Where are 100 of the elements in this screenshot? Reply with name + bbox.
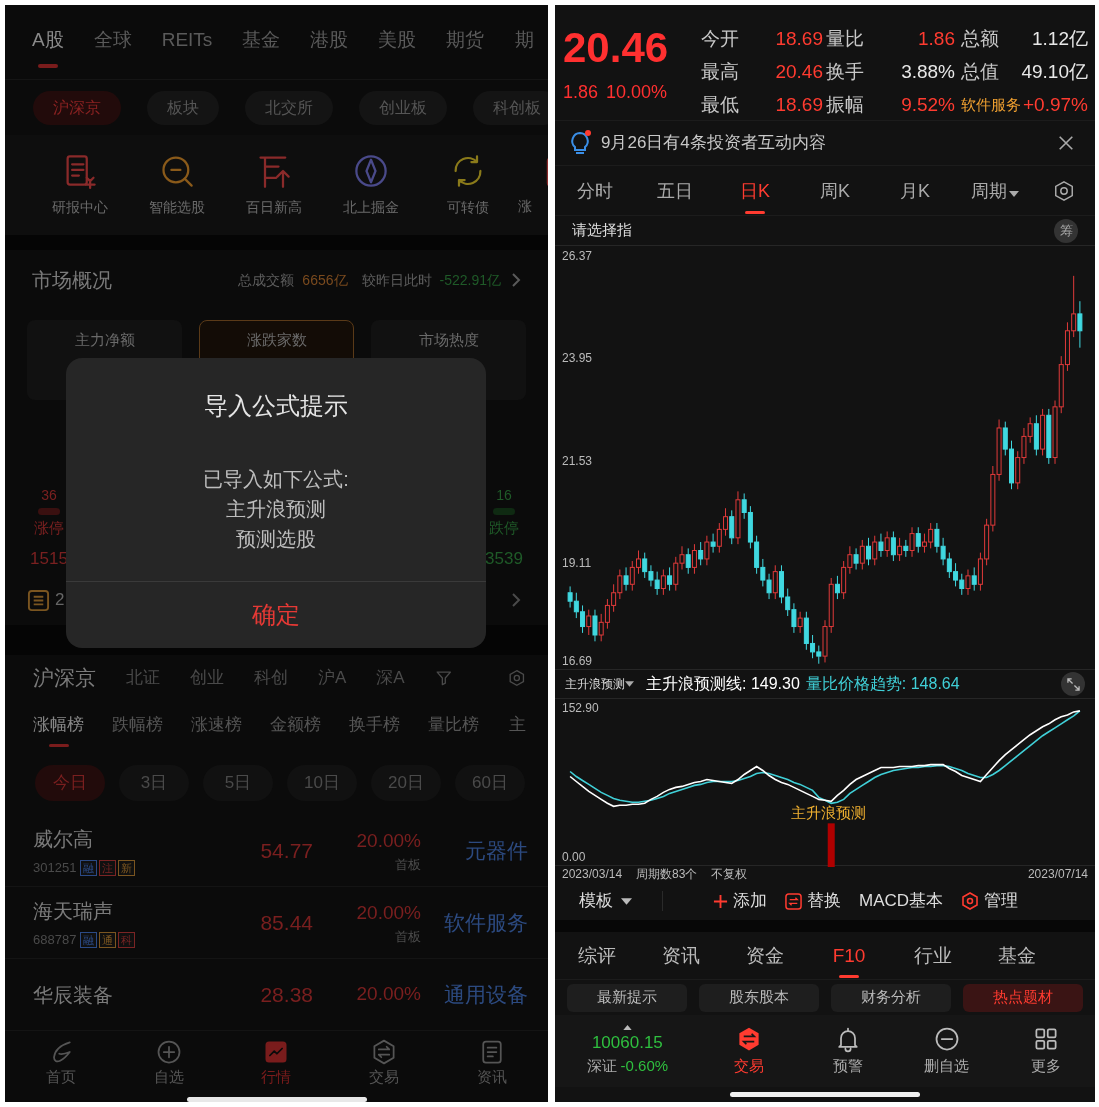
info-tab[interactable]: F10 [807,942,891,978]
indicator-prompt[interactable]: 请选择指 [572,219,632,242]
limit-total: 1515 [30,547,68,570]
index-name: 深证 [586,1056,617,1076]
axis-label: 21.53 [562,454,593,468]
action-button[interactable]: 更多 [996,1024,1095,1078]
stock-tag: 科 [118,931,136,948]
chart-tab[interactable]: 周K [795,178,875,214]
stock-tag: 融 [80,931,98,948]
candlestick [890,530,896,562]
candlestick [1077,300,1083,349]
stat-value: 1.86 [917,27,955,52]
period-chip[interactable]: 60日 [455,764,525,801]
stat-value: 20.46 [774,60,823,85]
stat-label: 最低 [700,93,740,118]
exchange-tab[interactable]: 深A [376,664,405,691]
nav-item[interactable]: 自选 [118,1038,219,1089]
toolbar-button[interactable]: MACD基本 [859,888,944,914]
market-tab[interactable]: 期货 [446,25,485,69]
rank-tab[interactable]: 量比榜 [428,712,479,747]
board-chip[interactable]: 创业板 [359,90,447,125]
board-chip[interactable]: 北交所 [245,90,333,125]
stock-sector[interactable]: 软件服务 [421,906,528,939]
shortcut-button[interactable]: 北上掘金 [322,152,419,218]
toolbar-button[interactable]: 添加 [713,888,767,914]
shortcut-button[interactable]: 研报中心 [31,152,128,218]
confirm-button[interactable]: 确定 [66,582,486,648]
f10-chip[interactable]: 最新提示 [567,983,687,1012]
toolbar-button[interactable]: 管理 [961,888,1019,914]
rank-tab[interactable]: 涨速榜 [191,712,242,747]
stat-value: 18.69 [774,27,823,52]
market-tab[interactable]: 基金 [242,25,281,69]
shortcut-label[interactable]: 涨 [518,195,532,217]
stock-sector[interactable]: 元器件 [421,834,528,867]
axis-label: 16.69 [562,655,593,668]
chart-tab[interactable]: 月K [875,178,955,214]
exchange-tab[interactable]: 沪A [318,664,347,691]
nav-item[interactable]: 行情 [226,1038,327,1089]
rank-tab[interactable]: 跌幅榜 [112,712,163,747]
info-tab[interactable]: 资讯 [639,942,723,978]
limit-label: 涨停 [34,518,64,538]
info-tab[interactable]: 综评 [555,942,639,978]
stock-tag: 通 [99,931,117,948]
action-button[interactable]: 预警 [798,1024,898,1078]
stock-name: 华辰装备 [33,982,114,1008]
signal-label: 主升浪预测 [791,804,867,823]
index-widget[interactable]: 10060.15 深证 -0.60% [555,1024,700,1078]
indicator-selector[interactable]: 主升浪预测 [565,675,634,693]
market-tab[interactable]: 港股 [310,25,349,69]
rank-tab[interactable]: 涨幅榜 [33,712,84,747]
chart-tab[interactable]: 五日 [635,178,715,214]
dialog-title: 导入公式提示 [204,391,348,421]
market-tab[interactable]: 美股 [378,25,417,69]
f10-chip[interactable]: 热点题材 [963,983,1083,1012]
chip-button[interactable]: 筹 [1054,218,1078,243]
period-chip[interactable]: 5日 [203,764,273,801]
action-button[interactable]: 删自选 [897,1024,997,1078]
compare-label: 较昨日此时 [361,270,432,290]
info-tab[interactable]: 资金 [723,942,807,978]
rank-tab[interactable]: 换手榜 [349,712,400,747]
info-tab[interactable]: 基金 [975,942,1059,978]
exchange-tab[interactable]: 北证 [126,664,160,691]
period-chip[interactable]: 3日 [119,764,189,801]
market-tab[interactable]: A股 [32,25,64,69]
stat-label: 换手 [825,60,865,85]
shortcut-button[interactable]: 可转债 [419,152,516,218]
shortcut-button[interactable]: 百日新高 [225,152,322,218]
market-tab[interactable]: 全球 [93,25,132,69]
nav-item[interactable]: 资讯 [442,1038,543,1089]
period-count: 周期数83个 [636,866,698,882]
toolbar-button[interactable]: 模板 [579,888,632,914]
exchange-tab[interactable]: 科创 [254,664,288,691]
board-chip[interactable]: 科创板 [473,90,548,125]
board-chip[interactable]: 板块 [147,90,219,125]
price-percent: 10.00% [606,81,668,104]
exchange-tab[interactable]: 创业 [190,664,224,691]
nav-item[interactable]: 交易 [334,1038,435,1089]
chart-tab[interactable]: 周期 [955,178,1035,214]
chart-tab[interactable]: 分时 [555,178,635,214]
rank-tab[interactable]: 主 [507,712,527,747]
nav-item[interactable]: 首页 [10,1038,111,1089]
market-tab[interactable]: REITs [161,25,213,69]
f10-chip[interactable]: 股东股本 [699,983,819,1012]
toolbar-button[interactable]: 替换 [785,888,841,914]
action-button[interactable]: 交易 [699,1024,799,1078]
stock-tag: 融 [80,859,98,876]
notice-text[interactable]: 9月26日有4条投资者互动内容 [601,130,826,156]
chart-tab[interactable]: 日K [715,178,795,214]
stat-value: 9.52% [900,93,955,118]
period-chip[interactable]: 10日 [287,764,357,801]
board-chip[interactable]: 沪深京 [33,90,121,125]
rank-tab[interactable]: 金额榜 [270,712,321,747]
exchange-tab[interactable]: 沪深京 [33,661,96,694]
info-tab[interactable]: 行业 [891,942,975,978]
period-chip[interactable]: 20日 [371,764,441,801]
f10-chip[interactable]: 财务分析 [831,983,951,1012]
stock-sector[interactable]: 通用设备 [421,978,528,1011]
market-tab[interactable]: 期 [514,25,535,69]
shortcut-button[interactable]: 智能选股 [128,152,225,218]
adjust-label: 不复权 [711,866,748,882]
